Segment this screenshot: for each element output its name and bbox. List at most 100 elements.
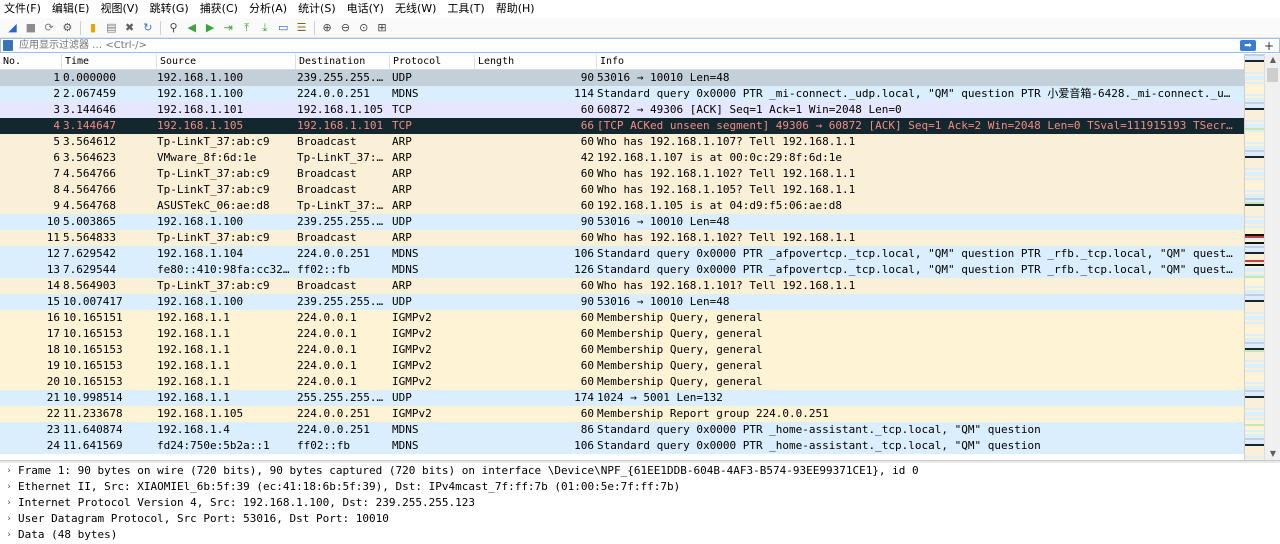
packet-destination: ff02::fb <box>297 263 350 276</box>
column-header-source[interactable]: Source <box>157 54 296 69</box>
expand-chevron-icon[interactable]: › <box>0 527 18 543</box>
detail-tree-item[interactable]: › User Datagram Protocol, Src Port: 53016… <box>0 511 1280 527</box>
packet-row[interactable]: 11 5.564833 Tp-LinkT_37:ab:c9 Broadcast ARP 6… <box>0 230 1264 246</box>
detail-tree-item[interactable]: › Ethernet II, Src: XIAOMIEl_6b:5f:39 (ec… <box>0 479 1280 495</box>
packet-list-scrollbar[interactable]: ▲ ▼ <box>1264 54 1280 460</box>
packet-no: 2 <box>53 87 60 100</box>
packet-row[interactable]: 21 10.998514 192.168.1.1 255.255.255.… UDP 17… <box>0 390 1264 406</box>
menu-item[interactable]: 视图(V) <box>100 0 138 18</box>
expand-chevron-icon[interactable]: › <box>0 479 18 495</box>
first-packet-icon[interactable]: ⤒ <box>238 19 255 36</box>
packet-protocol: MDNS <box>392 247 419 260</box>
packet-row[interactable]: 13 7.629544 fe80::410:98fa:cc32… ff02::fb MD… <box>0 262 1264 278</box>
shark-fin-start-icon[interactable]: ◢ <box>4 19 21 36</box>
packet-row[interactable]: 19 10.165153 192.168.1.1 224.0.0.1 IGMPv2 60 M… <box>0 358 1264 374</box>
apply-filter-icon[interactable]: ➡ <box>1240 40 1256 51</box>
expand-chevron-icon[interactable]: › <box>0 511 18 527</box>
packet-row[interactable]: 9 4.564768 ASUSTekC_06:ae:d8 Tp-LinkT_37:… A… <box>0 198 1264 214</box>
packet-no: 12 <box>46 247 60 260</box>
reload-icon[interactable]: ↻ <box>139 19 156 36</box>
scrollbar-thumb[interactable] <box>1267 68 1278 82</box>
packet-row[interactable]: 15 10.007417 192.168.1.100 239.255.255.… UDP… <box>0 294 1264 310</box>
packet-info: Standard query 0x0000 PTR _home-assistan… <box>597 439 1041 452</box>
detail-tree-item[interactable]: › Data (48 bytes) <box>0 527 1280 543</box>
packet-source: 192.168.1.100 <box>157 295 244 308</box>
stop-icon[interactable]: ■ <box>22 19 39 36</box>
menu-item[interactable]: 电话(Y) <box>347 0 384 18</box>
scroll-down-icon[interactable]: ▼ <box>1265 448 1280 460</box>
packet-row[interactable]: 18 10.165153 192.168.1.1 224.0.0.1 IGMPv2 60 M… <box>0 342 1264 358</box>
display-filter-input[interactable] <box>13 39 1240 52</box>
packet-info: Standard query 0x0000 PTR _afpovertcp._t… <box>597 263 1233 276</box>
go-back-icon[interactable]: ◀ <box>183 19 200 36</box>
scroll-up-icon[interactable]: ▲ <box>1265 54 1280 66</box>
auto-scroll-icon[interactable]: ▭ <box>275 19 292 36</box>
go-forward-icon[interactable]: ▶ <box>202 19 219 36</box>
packet-no: 9 <box>53 199 60 212</box>
packet-info: Who has 192.168.1.102? Tell 192.168.1.1 <box>597 167 856 180</box>
packet-row[interactable]: 14 8.564903 Tp-LinkT_37:ab:c9 Broadcast ARP 6… <box>0 278 1264 294</box>
menu-item[interactable]: 跳转(G) <box>150 0 189 18</box>
last-packet-icon[interactable]: ⤓ <box>256 19 273 36</box>
bookmark-filter-icon[interactable] <box>3 40 13 51</box>
add-filter-button[interactable]: + <box>1262 39 1276 53</box>
packet-length: 174 <box>574 391 594 404</box>
column-header-no[interactable]: No. <box>0 54 62 69</box>
packet-row[interactable]: 6 3.564623 VMware_8f:6d:1e Tp-LinkT_37:… ARP… <box>0 150 1264 166</box>
menu-item[interactable]: 帮助(H) <box>496 0 535 18</box>
packet-row[interactable]: 2 2.067459 192.168.1.100 224.0.0.251 MDNS 114… <box>0 86 1264 102</box>
packet-time: 10.998514 <box>63 391 123 404</box>
packet-row[interactable]: 10 5.003865 192.168.1.100 239.255.255.… UDP 9… <box>0 214 1264 230</box>
menu-item[interactable]: 统计(S) <box>298 0 336 18</box>
close-file-icon[interactable]: ✖ <box>121 19 138 36</box>
menu-item[interactable]: 分析(A) <box>249 0 287 18</box>
packet-row[interactable]: 4 3.144647 192.168.1.105 192.168.1.101 TCP 66… <box>0 118 1264 134</box>
zoom-out-icon[interactable]: ⊖ <box>337 19 354 36</box>
colorize-icon[interactable]: ☰ <box>293 19 310 36</box>
menu-item[interactable]: 文件(F) <box>4 0 41 18</box>
column-header-info[interactable]: Info <box>597 54 1264 69</box>
packet-row[interactable]: 5 3.564612 Tp-LinkT_37:ab:c9 Broadcast ARP 60… <box>0 134 1264 150</box>
column-header-time[interactable]: Time <box>62 54 157 69</box>
packet-no: 7 <box>53 167 60 180</box>
go-to-packet-icon[interactable]: ⇥ <box>220 19 237 36</box>
packet-destination: 255.255.255.… <box>297 391 384 404</box>
packet-destination: 224.0.0.251 <box>297 247 370 260</box>
find-icon[interactable]: ⚲ <box>165 19 182 36</box>
save-file-icon[interactable]: ▤ <box>103 19 120 36</box>
packet-row[interactable]: 24 11.641569 fd24:750e:5b2a::1 ff02::fb MDNS… <box>0 438 1264 454</box>
packet-row[interactable]: 22 11.233678 192.168.1.105 224.0.0.251 IGMPv… <box>0 406 1264 422</box>
packet-row[interactable]: 8 4.564766 Tp-LinkT_37:ab:c9 Broadcast ARP 60… <box>0 182 1264 198</box>
packet-no: 15 <box>46 295 60 308</box>
menu-item[interactable]: 无线(W) <box>395 0 436 18</box>
column-header-protocol[interactable]: Protocol <box>390 54 475 69</box>
packet-row[interactable]: 7 4.564766 Tp-LinkT_37:ab:c9 Broadcast ARP 60… <box>0 166 1264 182</box>
expand-chevron-icon[interactable]: › <box>0 463 18 479</box>
menu-item[interactable]: 工具(T) <box>447 0 484 18</box>
detail-tree-item[interactable]: › Frame 1: 90 bytes on wire (720 bits), 9… <box>0 463 1280 479</box>
packet-row[interactable]: 23 11.640874 192.168.1.4 224.0.0.251 MDNS 86 S… <box>0 422 1264 438</box>
column-header-length[interactable]: Length <box>475 54 597 69</box>
zoom-in-icon[interactable]: ⊕ <box>319 19 336 36</box>
packet-row[interactable]: 17 10.165153 192.168.1.1 224.0.0.1 IGMPv2 60 M… <box>0 326 1264 342</box>
packet-source: 192.168.1.1 <box>157 375 230 388</box>
packet-info: Membership Query, general <box>597 359 763 372</box>
restart-icon[interactable]: ⟳ <box>41 19 58 36</box>
packet-protocol: UDP <box>392 391 412 404</box>
open-file-icon[interactable]: ▮ <box>84 19 101 36</box>
menu-item[interactable]: 编辑(E) <box>52 0 90 18</box>
capture-options-icon[interactable]: ⚙ <box>59 19 76 36</box>
detail-tree-item[interactable]: › Internet Protocol Version 4, Src: 192.1… <box>0 495 1280 511</box>
menu-item[interactable]: 捕获(C) <box>200 0 238 18</box>
packet-row[interactable]: 16 10.165151 192.168.1.1 224.0.0.1 IGMPv2 60 M… <box>0 310 1264 326</box>
packet-row[interactable]: 3 3.144646 192.168.1.101 192.168.1.105 TCP 60… <box>0 102 1264 118</box>
packet-row[interactable]: 1 0.000000 192.168.1.100 239.255.255.… UDP 90… <box>0 70 1264 86</box>
packet-row[interactable]: 12 7.629542 192.168.1.104 224.0.0.251 MDNS 10… <box>0 246 1264 262</box>
expand-chevron-icon[interactable]: › <box>0 495 18 511</box>
column-header-destination[interactable]: Destination <box>296 54 390 69</box>
packet-no: 22 <box>46 407 60 420</box>
normal-size-icon[interactable]: ⊙ <box>355 19 372 36</box>
resize-columns-icon[interactable]: ⊞ <box>374 19 391 36</box>
packet-row[interactable]: 20 10.165153 192.168.1.1 224.0.0.1 IGMPv2 60 M… <box>0 374 1264 390</box>
packet-minimap[interactable] <box>1244 54 1264 460</box>
